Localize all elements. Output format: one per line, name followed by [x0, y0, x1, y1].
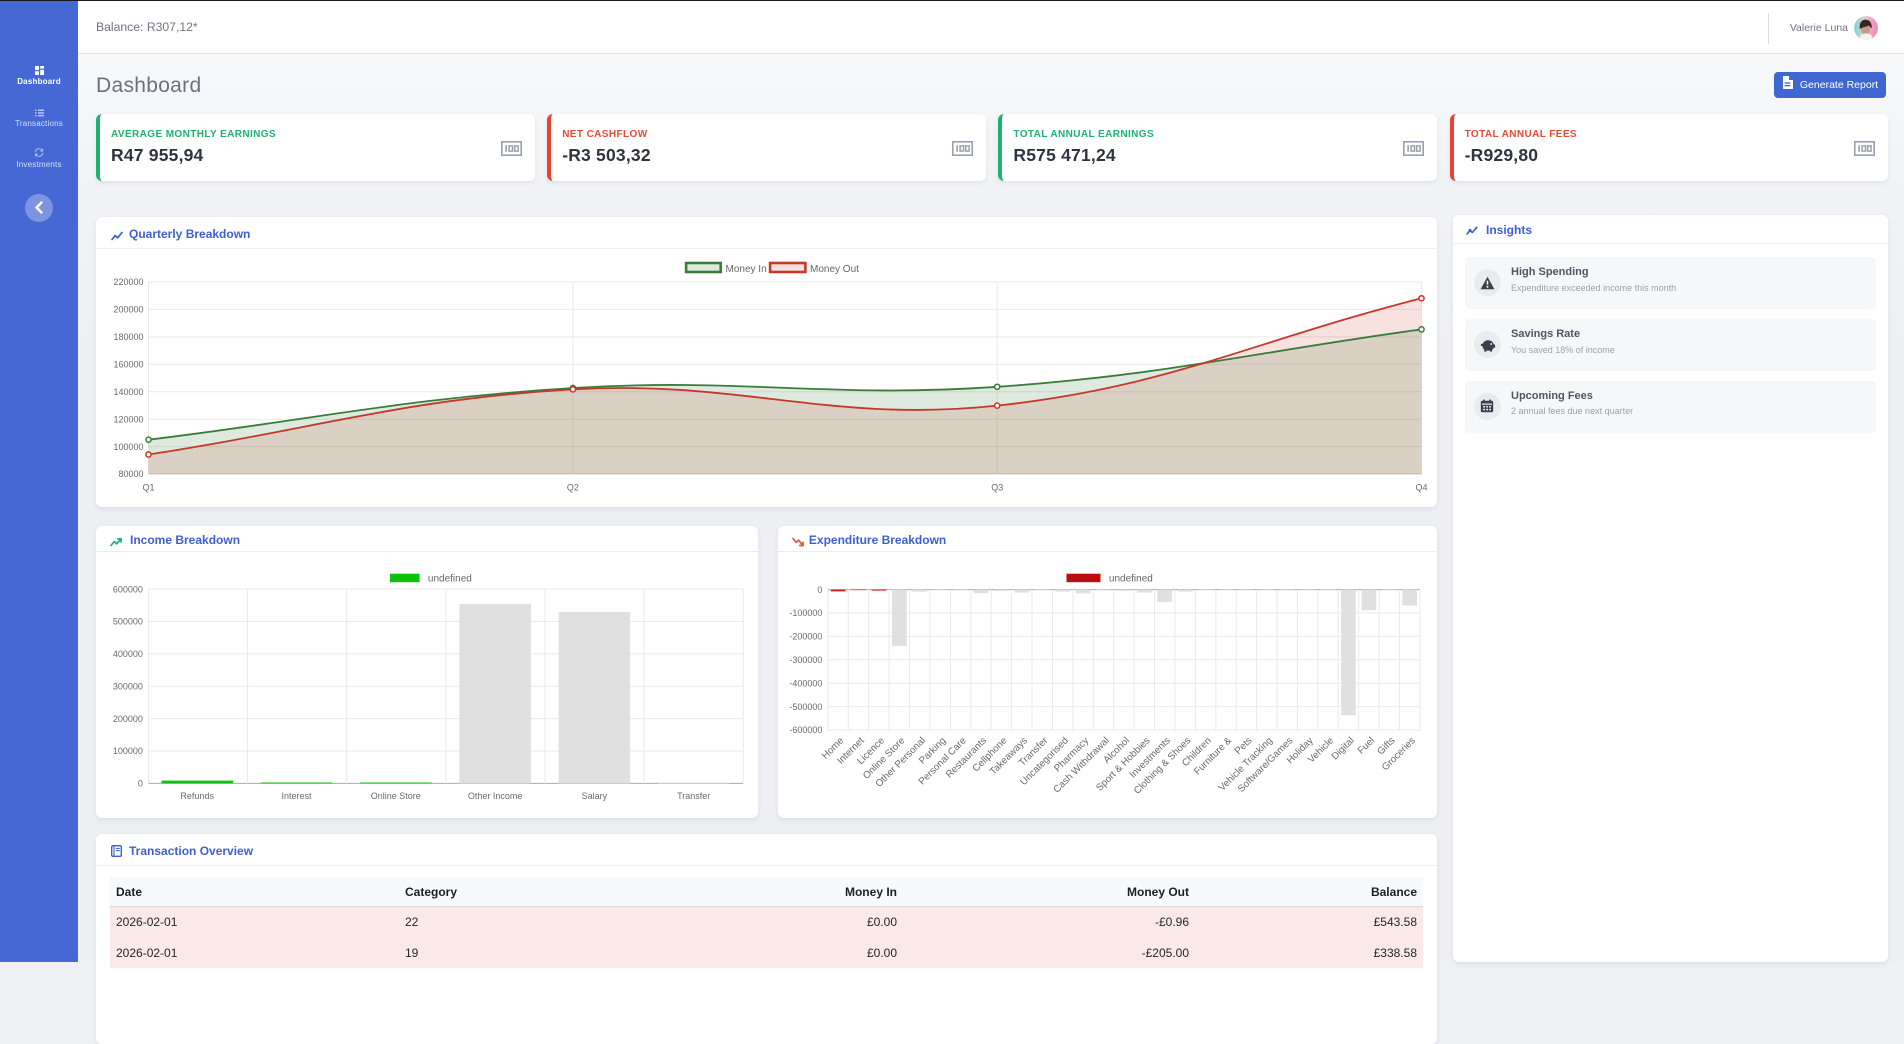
- svg-text:220000: 220000: [113, 277, 143, 287]
- svg-text:Digital: Digital: [1329, 736, 1356, 763]
- svg-text:undefined: undefined: [1108, 574, 1152, 585]
- svg-text:Online Store: Online Store: [371, 791, 421, 801]
- svg-text:0: 0: [138, 779, 143, 789]
- svg-text:Salary: Salary: [582, 791, 608, 801]
- svg-text:80000: 80000: [118, 469, 143, 479]
- svg-text:500000: 500000: [113, 617, 143, 627]
- svg-text:Money In: Money In: [726, 264, 767, 275]
- svg-text:Q2: Q2: [567, 483, 579, 493]
- svg-text:100000: 100000: [113, 747, 143, 757]
- svg-text:200000: 200000: [113, 305, 143, 315]
- svg-text:Refunds: Refunds: [180, 791, 214, 801]
- svg-text:400000: 400000: [113, 649, 143, 659]
- svg-text:-200000: -200000: [789, 632, 822, 642]
- svg-text:Q1: Q1: [142, 483, 154, 493]
- svg-text:-100000: -100000: [789, 609, 822, 619]
- svg-text:-600000: -600000: [789, 726, 822, 736]
- svg-text:160000: 160000: [113, 359, 143, 369]
- svg-text:Money Out: Money Out: [810, 264, 859, 275]
- svg-text:Q3: Q3: [991, 483, 1003, 493]
- svg-text:600000: 600000: [113, 585, 143, 595]
- svg-text:300000: 300000: [113, 682, 143, 692]
- svg-text:-500000: -500000: [789, 702, 822, 712]
- svg-text:Transfer: Transfer: [677, 791, 710, 801]
- svg-text:120000: 120000: [113, 414, 143, 424]
- svg-text:0: 0: [817, 585, 822, 595]
- svg-text:Other Income: Other Income: [468, 791, 523, 801]
- svg-text:Q4: Q4: [1415, 483, 1427, 493]
- svg-text:140000: 140000: [113, 387, 143, 397]
- svg-text:-300000: -300000: [789, 655, 822, 665]
- svg-text:Interest: Interest: [281, 791, 312, 801]
- svg-text:200000: 200000: [113, 714, 143, 724]
- svg-text:Fuel: Fuel: [1355, 736, 1376, 757]
- svg-text:100000: 100000: [113, 442, 143, 452]
- svg-text:undefined: undefined: [428, 574, 472, 585]
- svg-text:180000: 180000: [113, 332, 143, 342]
- svg-text:-400000: -400000: [789, 679, 822, 689]
